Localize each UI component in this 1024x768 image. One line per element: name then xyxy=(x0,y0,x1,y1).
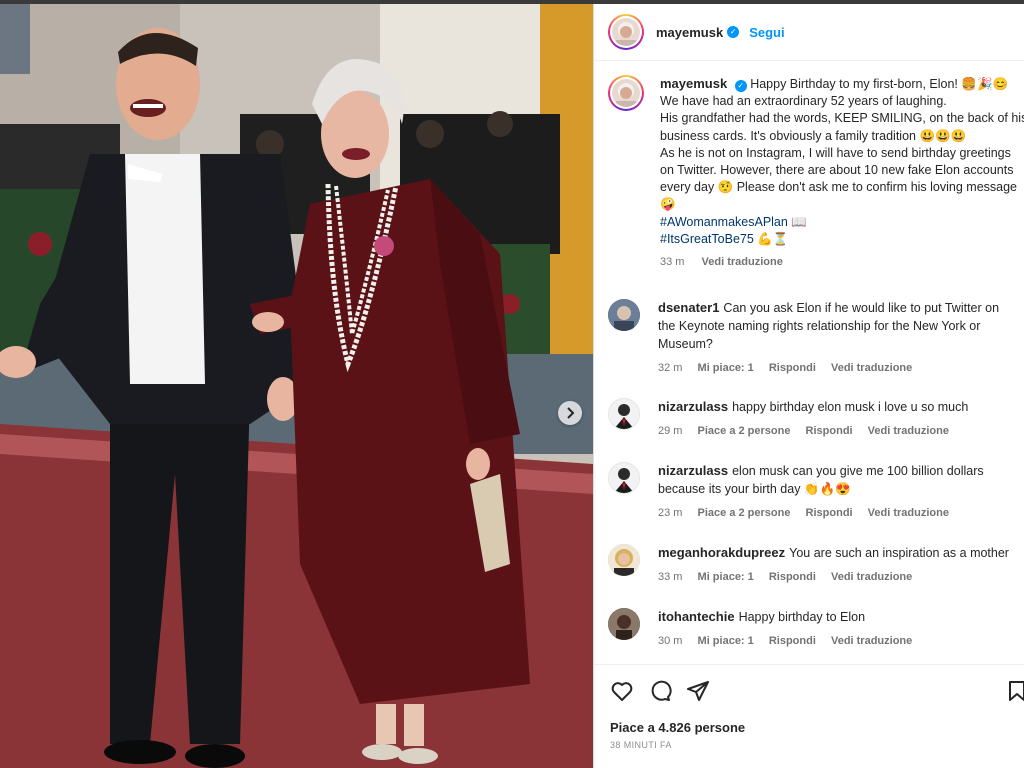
heart-icon xyxy=(611,682,633,701)
comment-text: Can you ask Elon if he would like to put… xyxy=(723,301,1000,315)
caption-avatar[interactable] xyxy=(608,75,644,111)
caption-username[interactable]: mayemusk xyxy=(660,76,727,91)
comment-time: 29 m xyxy=(658,425,683,437)
comment-button[interactable] xyxy=(648,679,672,703)
share-icon xyxy=(687,681,709,701)
author-avatar[interactable] xyxy=(608,14,644,50)
comment-avatar[interactable] xyxy=(608,299,640,331)
see-translation-button[interactable]: Vedi traduzione xyxy=(831,362,912,374)
reply-button[interactable]: Rispondi xyxy=(769,362,816,374)
see-translation-button[interactable]: Vedi traduzione xyxy=(868,507,949,519)
reply-button[interactable]: Rispondi xyxy=(806,507,853,519)
caption-line: on Twitter. However, there are about 10 … xyxy=(660,163,1014,178)
comment-time: 23 m xyxy=(658,507,683,519)
caption-text: mayemusk ✓ Happy Birthday to my first-bo… xyxy=(660,75,1024,271)
follow-button[interactable]: Segui xyxy=(749,25,784,40)
avatar-image xyxy=(608,544,640,576)
comment-item: nizarzulass elon musk can you give me 100… xyxy=(608,462,1024,522)
comments-scroll-area[interactable]: mayemusk ✓ Happy Birthday to my first-bo… xyxy=(594,61,1024,664)
caption-line: Happy Birthday to my first-born, Elon! 🍔… xyxy=(750,77,1009,91)
comment-text: Museum? xyxy=(658,337,713,351)
see-translation-button[interactable]: Vedi traduzione xyxy=(868,425,949,437)
caption-line: 🤪 xyxy=(660,197,676,212)
comment-text: Happy birthday to Elon xyxy=(738,610,866,624)
post-actions-footer: Piace a 4.826 persone 38 MINUTI FA xyxy=(594,664,1024,768)
comment-likes[interactable]: Piace a 2 persone xyxy=(698,507,791,519)
comment-item: meganhorakdupreez You are such an inspira… xyxy=(608,544,1024,586)
caption-meta: 33 m Vedi traduzione xyxy=(660,254,1024,271)
caption-line: every day 🤨 Please don't ask me to confi… xyxy=(660,180,1018,195)
comment-avatar[interactable] xyxy=(608,544,640,576)
comment-text: the Keynote naming rights relationship f… xyxy=(658,319,981,333)
hashtag-link[interactable]: #ItsGreatToBe75 💪⏳ xyxy=(660,231,1024,248)
like-button[interactable] xyxy=(610,679,634,703)
caption-line: business cards. It's obviously a family … xyxy=(660,128,967,143)
save-button[interactable] xyxy=(1005,679,1024,703)
comment-username[interactable]: itohantechie xyxy=(658,609,735,624)
verified-badge-icon: ✓ xyxy=(727,26,740,38)
comment-item: dsenater1 Can you ask Elon if he would li… xyxy=(608,299,1024,377)
post-side-panel: mayemusk ✓ Segui mayemusk ✓ Happy Birthd… xyxy=(593,4,1024,768)
reply-button[interactable]: Rispondi xyxy=(769,571,816,583)
comment-text: happy birthday elon musk i love u so muc… xyxy=(732,400,969,414)
see-translation-button[interactable]: Vedi traduzione xyxy=(831,635,912,647)
comment-likes[interactable]: Piace a 2 persone xyxy=(698,425,791,437)
post-photo xyxy=(0,4,593,768)
author-username[interactable]: mayemusk xyxy=(656,25,723,40)
comment-item: itohantechie Happy birthday to Elon 30 m … xyxy=(608,608,1024,650)
comment-avatar[interactable] xyxy=(608,608,640,640)
next-photo-button[interactable] xyxy=(558,401,582,425)
avatar-image xyxy=(608,608,640,640)
chevron-right-icon xyxy=(567,407,575,419)
avatar-image xyxy=(616,83,636,107)
caption-line: His grandfather had the words, KEEP SMIL… xyxy=(660,111,1024,126)
avatar-image xyxy=(614,404,634,429)
bookmark-icon xyxy=(1009,681,1024,701)
avatar-image xyxy=(616,22,636,46)
comment-item: nizarzulass happy birthday elon musk i lo… xyxy=(608,398,1024,440)
reply-button[interactable]: Rispondi xyxy=(806,425,853,437)
comment-username[interactable]: nizarzulass xyxy=(658,399,728,414)
post-likes-count[interactable]: Piace a 4.826 persone xyxy=(610,720,745,735)
comment-avatar[interactable] xyxy=(608,398,640,430)
post-header: mayemusk ✓ Segui xyxy=(594,4,1024,61)
comment-likes[interactable]: Mi piace: 1 xyxy=(698,635,754,647)
comment-avatar[interactable] xyxy=(608,462,640,494)
comment-text: You are such an inspiration as a mother xyxy=(789,546,1009,560)
comment-text: elon musk can you give me 100 billion do… xyxy=(732,464,984,478)
photo-illustration xyxy=(0,4,593,768)
see-translation-button[interactable]: Vedi traduzione xyxy=(831,571,912,583)
caption-line: As he is not on Instagram, I will have t… xyxy=(660,145,1011,160)
comment-username[interactable]: meganhorakdupreez xyxy=(658,545,785,560)
caption-line: We have had an extraordinary 52 years of… xyxy=(660,94,947,109)
comment-likes[interactable]: Mi piace: 1 xyxy=(698,362,754,374)
comment-likes[interactable]: Mi piace: 1 xyxy=(698,571,754,583)
hashtag-link[interactable]: #AWomanmakesAPlan 📖 xyxy=(660,214,1024,231)
avatar-image xyxy=(614,468,634,493)
caption-time: 33 m xyxy=(660,256,685,269)
post-timestamp: 38 MINUTI FA xyxy=(610,740,672,750)
comment-text: because its your birth day 👏🔥😍 xyxy=(658,482,851,496)
comment-time: 32 m xyxy=(658,362,683,374)
share-button[interactable] xyxy=(686,679,710,703)
avatar-image xyxy=(608,299,640,331)
comment-time: 33 m xyxy=(658,571,683,583)
verified-badge-icon: ✓ xyxy=(734,80,747,92)
comment-username[interactable]: dsenater1 xyxy=(658,300,719,315)
comment-username[interactable]: nizarzulass xyxy=(658,463,728,478)
comment-time: 30 m xyxy=(658,635,683,647)
reply-button[interactable]: Rispondi xyxy=(769,635,816,647)
comment-icon xyxy=(651,680,672,701)
see-translation-button[interactable]: Vedi traduzione xyxy=(702,256,783,268)
post-caption: mayemusk ✓ Happy Birthday to my first-bo… xyxy=(608,75,1024,271)
